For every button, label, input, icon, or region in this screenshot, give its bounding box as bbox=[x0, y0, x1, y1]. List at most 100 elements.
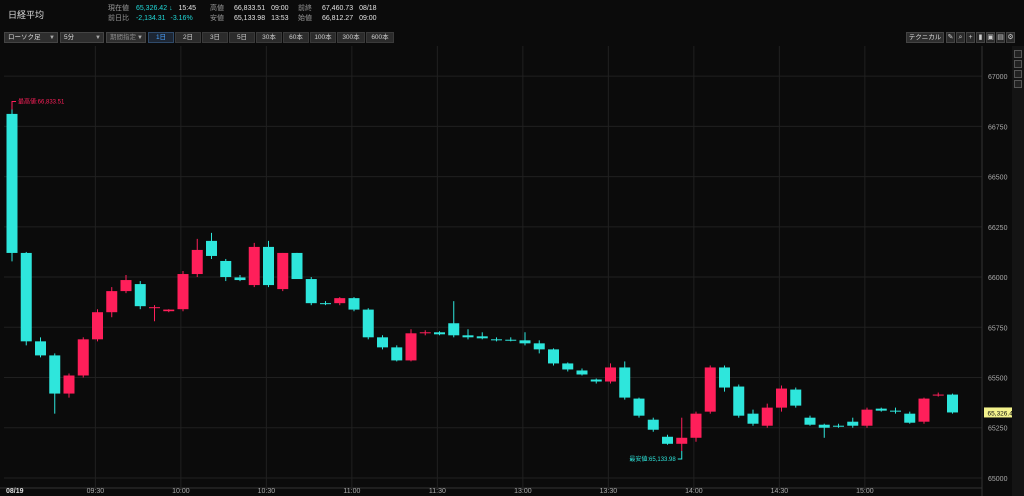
candlestick-chart[interactable]: 65000 65250 65500 65750 66000 66250 66500 66750… bbox=[0, 46, 1024, 496]
candle[interactable] bbox=[918, 397, 930, 424]
y-tick-label: 66250 bbox=[988, 225, 1008, 232]
period-button-5[interactable]: 30本 bbox=[256, 32, 282, 43]
panel-icon[interactable] bbox=[1014, 70, 1022, 78]
y-tick-label: 66000 bbox=[988, 275, 1008, 282]
candle[interactable] bbox=[277, 252, 289, 292]
chart-type-select[interactable]: ローソク足 ▼ bbox=[4, 32, 58, 43]
candle[interactable] bbox=[263, 240, 274, 288]
current-price-row: 現在値 65,326.42 ↓ 15:45 bbox=[108, 4, 196, 14]
candle[interactable] bbox=[6, 109, 18, 262]
candle-body bbox=[248, 246, 260, 286]
candle-body bbox=[163, 309, 175, 312]
candle-body bbox=[918, 398, 930, 422]
prev-close-date: 08/18 bbox=[359, 5, 377, 12]
candle-body bbox=[291, 252, 303, 280]
y-tick-label: 67000 bbox=[988, 74, 1008, 81]
candle-body bbox=[234, 277, 246, 281]
candle-body bbox=[120, 280, 132, 292]
candle[interactable] bbox=[177, 271, 189, 312]
zoom-icon[interactable]: ⌕ bbox=[956, 32, 965, 43]
candle-body bbox=[790, 389, 802, 406]
save-icon[interactable]: ▣ bbox=[986, 32, 995, 43]
candle-body bbox=[676, 437, 688, 444]
candle-body bbox=[733, 386, 745, 416]
y-tick-label: 65250 bbox=[988, 426, 1008, 433]
candle[interactable] bbox=[704, 365, 716, 414]
candle[interactable] bbox=[362, 308, 374, 340]
y-tick-label: 66500 bbox=[988, 175, 1008, 182]
period-button-1[interactable]: 1日 bbox=[148, 32, 174, 43]
candle-body bbox=[875, 408, 887, 411]
print-icon[interactable]: ▤ bbox=[996, 32, 1005, 43]
candle-body bbox=[690, 413, 702, 438]
candle-body bbox=[533, 343, 545, 350]
quote-header: 日経平均 現在値 65,326.42 ↓ 15:45 前日比 -2,134.31… bbox=[0, 0, 1024, 30]
candle[interactable] bbox=[633, 397, 645, 418]
interval-select[interactable]: 5分 ▼ bbox=[60, 32, 104, 43]
candle[interactable] bbox=[248, 242, 260, 288]
x-tick-label: 14:00 bbox=[685, 488, 703, 495]
current-price-time: 15:45 bbox=[178, 5, 197, 12]
low-time: 13:53 bbox=[271, 15, 289, 22]
candle-body bbox=[861, 409, 873, 426]
change-label: 前日比 bbox=[108, 15, 129, 22]
candle-body bbox=[49, 355, 61, 394]
change-percent: -3.16% bbox=[170, 15, 193, 22]
panel-icon[interactable] bbox=[1014, 60, 1022, 68]
candle[interactable] bbox=[790, 387, 802, 408]
low-label: 安値 bbox=[210, 15, 224, 22]
candle[interactable] bbox=[548, 348, 559, 366]
candle-body bbox=[191, 249, 203, 275]
high-row: 高値 66,833.51 09:00 bbox=[210, 4, 289, 14]
candle-body bbox=[92, 312, 103, 340]
candle-body bbox=[704, 367, 716, 412]
candle[interactable] bbox=[647, 417, 659, 432]
low-annotation: 最安値:65,133.98 bbox=[629, 455, 676, 463]
candle[interactable] bbox=[134, 281, 146, 310]
period-button-9[interactable]: 600本 bbox=[366, 32, 394, 43]
candle-body bbox=[134, 284, 146, 307]
candle-body bbox=[320, 303, 331, 305]
chevron-down-icon: ▼ bbox=[137, 35, 143, 41]
period-button-2[interactable]: 2日 bbox=[175, 32, 201, 43]
candle[interactable] bbox=[861, 407, 873, 428]
settings-icon[interactable]: ⚙ bbox=[1006, 32, 1015, 43]
x-tick-label: 14:30 bbox=[771, 488, 789, 495]
candle[interactable] bbox=[733, 384, 745, 418]
period-range-placeholder: 期間指定 bbox=[110, 34, 136, 41]
chart-bars-icon[interactable]: ▮ bbox=[976, 32, 985, 43]
chart-toolbar: ローソク足 ▼ 5分 ▼ 期間指定 ▼ 1日 2日 3日 5日 30本 60本 100本 30… bbox=[0, 32, 1024, 44]
crosshair-icon[interactable]: + bbox=[966, 32, 975, 43]
period-button-8[interactable]: 300本 bbox=[337, 32, 365, 43]
candle[interactable] bbox=[77, 337, 89, 378]
candle[interactable] bbox=[391, 345, 403, 362]
pencil-icon[interactable]: ✎ bbox=[946, 32, 955, 43]
candle[interactable] bbox=[690, 411, 702, 442]
period-button-7[interactable]: 100本 bbox=[310, 32, 336, 43]
candle[interactable] bbox=[305, 277, 317, 306]
period-range-select[interactable]: 期間指定 ▼ bbox=[106, 32, 146, 43]
candle[interactable] bbox=[20, 251, 32, 346]
candle[interactable] bbox=[291, 252, 303, 280]
current-price-value: 65,326.42 bbox=[135, 5, 168, 12]
candle-body bbox=[633, 398, 645, 416]
period-button-4[interactable]: 5日 bbox=[229, 32, 255, 43]
candle[interactable] bbox=[405, 329, 417, 362]
candle[interactable] bbox=[947, 393, 958, 414]
candle-body bbox=[761, 407, 773, 426]
candle[interactable] bbox=[92, 309, 103, 342]
y-tick-label: 66750 bbox=[988, 124, 1008, 131]
candle-body bbox=[576, 370, 588, 375]
candle[interactable] bbox=[348, 297, 360, 312]
candle-body bbox=[605, 367, 616, 382]
candle-body bbox=[476, 336, 488, 339]
low-row: 安値 65,133.98 13:53 bbox=[210, 14, 289, 24]
period-button-6[interactable]: 60本 bbox=[283, 32, 309, 43]
date-label: 08/19 bbox=[6, 488, 24, 495]
panel-icon[interactable] bbox=[1014, 80, 1022, 88]
technical-button[interactable]: テクニカル bbox=[906, 32, 944, 43]
panel-icon[interactable] bbox=[1014, 50, 1022, 58]
candle-body bbox=[20, 252, 32, 342]
period-button-3[interactable]: 3日 bbox=[202, 32, 228, 43]
candle[interactable] bbox=[377, 335, 388, 350]
